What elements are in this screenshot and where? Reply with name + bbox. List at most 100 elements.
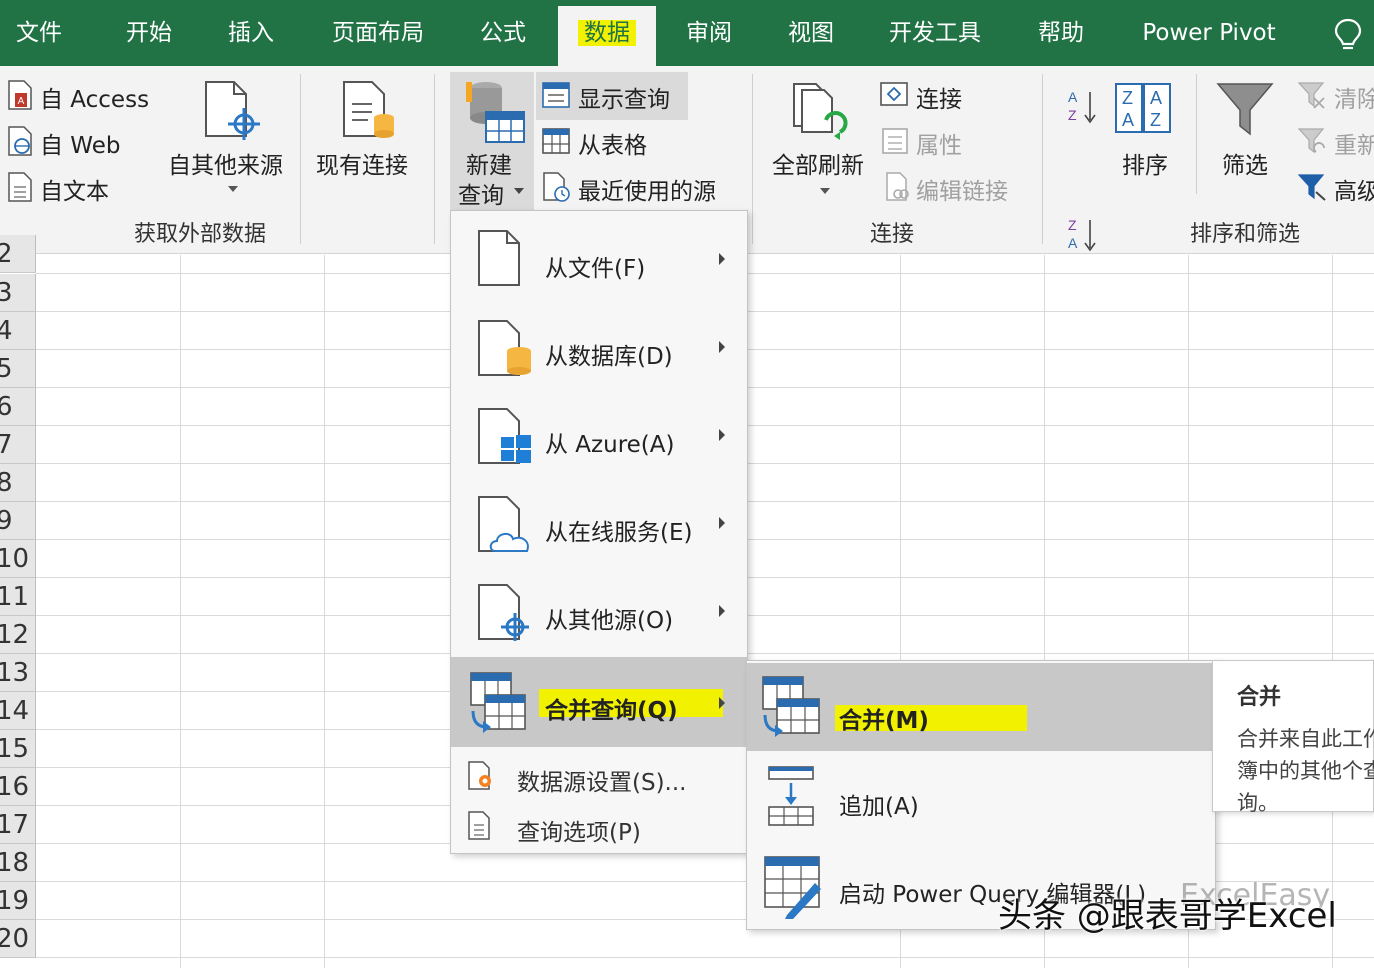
access-icon: A <box>8 80 32 110</box>
row-header[interactable]: 8 <box>0 464 36 502</box>
row-header[interactable]: 11 <box>0 578 36 616</box>
existing-connections-button[interactable]: 现有连接 <box>316 146 408 180</box>
group-separator <box>434 74 435 244</box>
row-header[interactable]: 14 <box>0 692 36 730</box>
svg-text:A: A <box>1150 88 1162 108</box>
row-header[interactable]: 5 <box>0 350 36 388</box>
merge-icon <box>762 676 820 737</box>
tab-page-layout[interactable]: 页面布局 <box>318 0 438 66</box>
group-separator <box>752 74 753 244</box>
submenu-arrow-icon <box>719 341 725 353</box>
tab-insert[interactable]: 插入 <box>210 0 292 66</box>
recent-sources-button[interactable]: 最近使用的源 <box>578 172 716 206</box>
new-query-label-line2: 查询 <box>458 183 504 209</box>
new-query-icon <box>466 82 525 143</box>
submenu-arrow-icon <box>719 253 725 265</box>
tab-file[interactable]: 文件 <box>0 0 78 66</box>
edit-links-button[interactable]: 编辑链接 <box>916 172 1008 206</box>
properties-button[interactable]: 属性 <box>916 126 962 160</box>
menu-item-label: 合并查询(Q) <box>545 698 678 724</box>
reapply-filter-icon <box>1298 128 1325 154</box>
menu-item-label: 从文件(F) <box>545 256 646 282</box>
group-label-external-data: 获取外部数据 <box>134 222 267 247</box>
submenu-arrow-icon <box>719 605 725 617</box>
row-header[interactable]: 12 <box>0 616 36 654</box>
menu-item-data-source-settings[interactable]: 数据源设置(S)... <box>451 751 747 801</box>
recent-sources-icon <box>543 172 570 202</box>
row-header[interactable]: 20 <box>0 920 36 958</box>
sort-ascending-icon[interactable]: A Z <box>1066 88 1098 126</box>
tab-home[interactable]: 开始 <box>108 0 190 66</box>
edit-links-icon <box>886 172 909 201</box>
menu-item-combine-queries[interactable]: 合并查询(Q) <box>451 657 747 747</box>
row-header[interactable]: 17 <box>0 806 36 844</box>
from-table-button[interactable]: 从表格 <box>578 126 647 160</box>
row-header[interactable]: 2 <box>0 235 36 273</box>
row-header[interactable]: 13 <box>0 654 36 692</box>
tab-data[interactable]: 数据 <box>558 6 656 66</box>
row-header[interactable]: 3 <box>0 274 36 312</box>
filter-button[interactable]: 筛选 <box>1222 146 1268 180</box>
row-header[interactable]: 15 <box>0 730 36 768</box>
tooltip-description: 合并来自此工作簿中的其他个查询。 <box>1237 727 1374 815</box>
from-text-button[interactable]: 自文本 <box>40 172 109 206</box>
submenu-arrow-icon <box>719 429 725 441</box>
connections-icon <box>880 82 908 106</box>
row-header[interactable]: 19 <box>0 882 36 920</box>
from-access-button[interactable]: 自 Access <box>40 80 149 114</box>
tab-review[interactable]: 审阅 <box>668 0 750 66</box>
svg-text:A: A <box>1122 110 1134 130</box>
tab-power-pivot[interactable]: Power Pivot <box>1124 0 1294 66</box>
row-line <box>36 957 1374 958</box>
tab-developer[interactable]: 开发工具 <box>872 0 998 66</box>
show-queries-label: 显示查询 <box>578 87 670 113</box>
dropdown-arrow-icon <box>820 188 830 194</box>
sort-descending-icon[interactable]: Z A <box>1066 216 1098 254</box>
lightbulb-icon[interactable] <box>1334 18 1362 52</box>
other-source-icon <box>478 584 529 641</box>
svg-text:A: A <box>18 96 25 107</box>
row-header[interactable]: 7 <box>0 426 36 464</box>
append-icon <box>768 766 814 826</box>
menu-item-label: 合并(M) <box>839 708 929 734</box>
menu-item-from-other-sources[interactable]: 从其他源(O) <box>451 563 747 651</box>
other-sources-icon <box>205 81 260 140</box>
advanced-filter-button[interactable]: 高级 <box>1334 172 1374 206</box>
menu-item-from-online-services[interactable]: 从在线服务(E) <box>451 475 747 563</box>
menu-item-append[interactable]: 追加(A) <box>747 753 1215 841</box>
menu-item-query-options[interactable]: 查询选项(P) <box>451 801 747 851</box>
menu-item-merge[interactable]: 合并(M) <box>747 663 1215 751</box>
group-separator <box>1196 74 1197 194</box>
clear-filter-button[interactable]: 清除 <box>1334 80 1374 114</box>
reapply-filter-button[interactable]: 重新 <box>1334 126 1374 160</box>
row-header[interactable]: 9 <box>0 502 36 540</box>
connections-button[interactable]: 连接 <box>916 80 962 114</box>
from-web-button[interactable]: 自 Web <box>40 126 120 160</box>
svg-text:A: A <box>1068 235 1078 251</box>
tab-formulas[interactable]: 公式 <box>462 0 544 66</box>
svg-text:Z: Z <box>1122 88 1133 108</box>
row-header[interactable]: 18 <box>0 844 36 882</box>
dropdown-arrow-icon <box>228 186 238 192</box>
web-icon <box>8 126 32 156</box>
tab-help[interactable]: 帮助 <box>1020 0 1102 66</box>
group-label-sort-filter: 排序和筛选 <box>1190 222 1301 247</box>
menu-item-from-azure[interactable]: 从 Azure(A) <box>451 387 747 475</box>
tab-view[interactable]: 视图 <box>770 0 852 66</box>
row-header[interactable]: 16 <box>0 768 36 806</box>
refresh-all-icon <box>793 83 848 140</box>
group-label-connections: 连接 <box>870 222 915 247</box>
menu-item-label: 从在线服务(E) <box>545 520 693 546</box>
row-header[interactable]: 4 <box>0 312 36 350</box>
advanced-filter-icon <box>1298 174 1326 201</box>
sort-button[interactable]: 排序 <box>1122 146 1168 180</box>
svg-text:A: A <box>1068 89 1078 105</box>
row-header[interactable]: 10 <box>0 540 36 578</box>
menu-item-label: 数据源设置(S)... <box>517 770 687 796</box>
row-header[interactable]: 6 <box>0 388 36 426</box>
submenu-arrow-icon <box>719 697 725 709</box>
from-other-sources-button[interactable]: 自其他来源 <box>168 146 283 180</box>
refresh-all-button[interactable]: 全部刷新 <box>772 146 864 180</box>
menu-item-from-database[interactable]: 从数据库(D) <box>451 299 747 387</box>
menu-item-from-file[interactable]: 从文件(F) <box>451 211 747 299</box>
